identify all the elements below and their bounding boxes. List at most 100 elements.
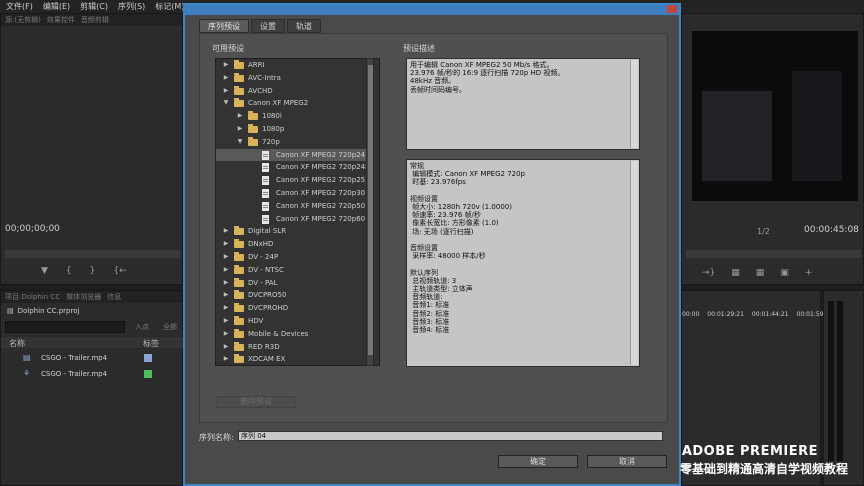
preset-folder-row[interactable]: ▼ 720p (216, 136, 368, 148)
preset-folder-row[interactable]: ▶ HDV (216, 315, 368, 327)
disclosure-closed-icon[interactable]: ▶ (222, 225, 230, 237)
preset-folder-row[interactable]: ▶ Mobile & Devices (216, 328, 368, 340)
preset-item-row[interactable]: Canon XF MPEG2 720p24N (216, 161, 370, 173)
project-item[interactable]: ⚘ CSGO - Trailer.mp4 (1, 367, 184, 381)
out-point-icon[interactable]: } (90, 266, 96, 280)
disclosure-closed-icon[interactable]: ▶ (222, 72, 230, 84)
preset-label: AVCHD (248, 86, 273, 95)
add-button-icon[interactable]: + (805, 268, 813, 278)
details-scrollbar[interactable] (630, 161, 638, 365)
menu-sequence[interactable]: 序列(S) (118, 0, 145, 13)
timeline-ruler[interactable]: 00:00 00:01:29:21 00:01:44:21 00:01:59:2… (682, 311, 833, 323)
source-timecode: 00;00;00;00 (5, 224, 60, 234)
cancel-button[interactable]: 取消 (587, 455, 667, 468)
preset-label: Canon XF MPEG2 720p50 (276, 201, 366, 210)
preset-file-icon (262, 163, 269, 173)
preset-folder-row[interactable]: ▶ DV - 24P (216, 251, 368, 263)
preset-folder-row[interactable]: ▶ DV - NTSC (216, 264, 368, 276)
disclosure-closed-icon[interactable]: ▶ (222, 341, 230, 353)
disclosure-closed-icon[interactable]: ▶ (236, 110, 244, 122)
preset-folder-row[interactable]: ▼ Canon XF MPEG2 (216, 97, 368, 109)
preset-folder-row[interactable]: ▶ DVCPRO50 (216, 289, 368, 301)
project-search-input[interactable] (5, 321, 125, 333)
close-icon[interactable] (667, 5, 677, 13)
sequence-name-input[interactable]: 序列 04 (238, 431, 663, 441)
tab-audio-mixer[interactable]: 音频剪辑 (81, 14, 109, 26)
preset-item-row[interactable]: Canon XF MPEG2 720p24 (216, 148, 368, 161)
preset-item-row[interactable]: Canon XF MPEG2 720p25 (216, 174, 368, 186)
folder-icon (234, 60, 244, 69)
preset-label: Mobile & Devices (248, 329, 309, 338)
project-item[interactable]: ▤ CSGO - Trailer.mp4 (1, 351, 184, 365)
menu-file[interactable]: 文件(F) (6, 0, 33, 13)
label-color-swatch[interactable] (144, 354, 152, 362)
disclosure-closed-icon[interactable]: ▶ (222, 277, 230, 289)
preset-folder-row[interactable]: ▶ AVCHD (216, 85, 368, 97)
disclosure-open-icon[interactable]: ▼ (236, 136, 244, 148)
preset-item-row[interactable]: Canon XF MPEG2 720p60 (216, 213, 368, 225)
delete-preset-button[interactable]: 删除预设 (216, 396, 296, 408)
column-label[interactable]: 标签 (143, 338, 159, 349)
column-name[interactable]: 名称 (9, 338, 25, 349)
label-color-swatch[interactable] (144, 370, 152, 378)
preset-file-icon (262, 150, 269, 160)
program-fit-select[interactable]: 1/2 (757, 227, 770, 236)
disclosure-closed-icon[interactable]: ▶ (222, 264, 230, 276)
scrollbar-thumb[interactable] (368, 65, 373, 355)
tab-sequence-presets[interactable]: 序列预设 (199, 19, 249, 33)
tab-effect-controls[interactable]: 效果控件 (47, 14, 75, 26)
disclosure-closed-icon[interactable]: ▶ (222, 251, 230, 263)
tab-source[interactable]: 源:(无剪辑) (5, 14, 41, 26)
folder-icon (248, 124, 258, 133)
preset-folder-row[interactable]: ▶ RED R3D (216, 341, 368, 353)
disclosure-closed-icon[interactable]: ▶ (222, 59, 230, 71)
lift-icon[interactable]: ▦ (731, 268, 740, 278)
menu-edit[interactable]: 编辑(E) (43, 0, 70, 13)
preset-folder-row[interactable]: ▶ 1080i (216, 110, 368, 122)
disclosure-closed-icon[interactable]: ▶ (222, 289, 230, 301)
export-frame-icon[interactable]: ▣ (780, 268, 789, 278)
go-to-in-icon[interactable]: {← (113, 266, 126, 280)
tab-settings[interactable]: 设置 (251, 19, 285, 33)
tab-tracks[interactable]: 轨道 (287, 19, 321, 33)
preset-item-row[interactable]: Canon XF MPEG2 720p50 (216, 200, 368, 212)
program-scrubber[interactable] (686, 250, 861, 258)
details-line: 帧大小: 1280h 720v (1.0000) (410, 203, 512, 211)
tab-project[interactable]: 项目:Dolphin CC (5, 291, 60, 303)
project-panel: 项目:Dolphin CC 媒体浏览器 信息 ▤ Dolphin CC.prpr… (0, 290, 184, 486)
preset-folder-row[interactable]: ▶ DV - PAL (216, 277, 368, 289)
description-scrollbar[interactable] (630, 60, 638, 148)
preset-folder-row[interactable]: ▶ DNxHD (216, 238, 368, 250)
dialog-titlebar[interactable] (185, 5, 679, 15)
source-scrubber[interactable] (5, 250, 180, 258)
preset-folder-row[interactable]: ▶ AVC-Intra (216, 72, 368, 84)
watermark-subtitle: 零基础到精通高清自学视频教程 (679, 462, 848, 476)
tab-media-browser[interactable]: 媒体浏览器 (66, 291, 101, 303)
disclosure-closed-icon[interactable]: ▶ (222, 353, 230, 365)
preset-item-row[interactable]: Canon XF MPEG2 720p30 (216, 187, 368, 199)
preset-folder-row[interactable]: ▶ DVCPROHD (216, 302, 368, 314)
disclosure-closed-icon[interactable]: ▶ (222, 238, 230, 250)
marker-icon[interactable]: ▼ (41, 266, 48, 280)
step-forward-icon[interactable]: →} (702, 268, 715, 278)
preset-folder-row[interactable]: ▶ ARRI (216, 59, 368, 71)
disclosure-closed-icon[interactable]: ▶ (236, 123, 244, 135)
menu-marker[interactable]: 标记(M) (155, 0, 184, 13)
project-in-filter[interactable]: 入点 (135, 322, 149, 332)
disclosure-closed-icon[interactable]: ▶ (222, 328, 230, 340)
disclosure-closed-icon[interactable]: ▶ (222, 85, 230, 97)
tab-info[interactable]: 信息 (107, 291, 121, 303)
disclosure-open-icon[interactable]: ▼ (222, 97, 230, 109)
ok-button[interactable]: 确定 (498, 455, 578, 468)
preset-folder-row[interactable]: ▶ XDCAM EX (216, 353, 368, 365)
preset-folder-row[interactable]: ▶ Digital SLR (216, 225, 368, 237)
project-all-filter[interactable]: 全部 (163, 322, 177, 332)
disclosure-closed-icon[interactable]: ▶ (222, 302, 230, 314)
preset-folder-row[interactable]: ▶ 1080p (216, 123, 368, 135)
menu-clip[interactable]: 剪辑(C) (80, 0, 108, 13)
description-line: 48kHz 音频。 (410, 77, 456, 86)
in-point-icon[interactable]: { (66, 266, 72, 280)
extract-icon[interactable]: ▦ (756, 268, 765, 278)
preset-tree-scrollbar[interactable] (366, 58, 374, 366)
disclosure-closed-icon[interactable]: ▶ (222, 315, 230, 327)
